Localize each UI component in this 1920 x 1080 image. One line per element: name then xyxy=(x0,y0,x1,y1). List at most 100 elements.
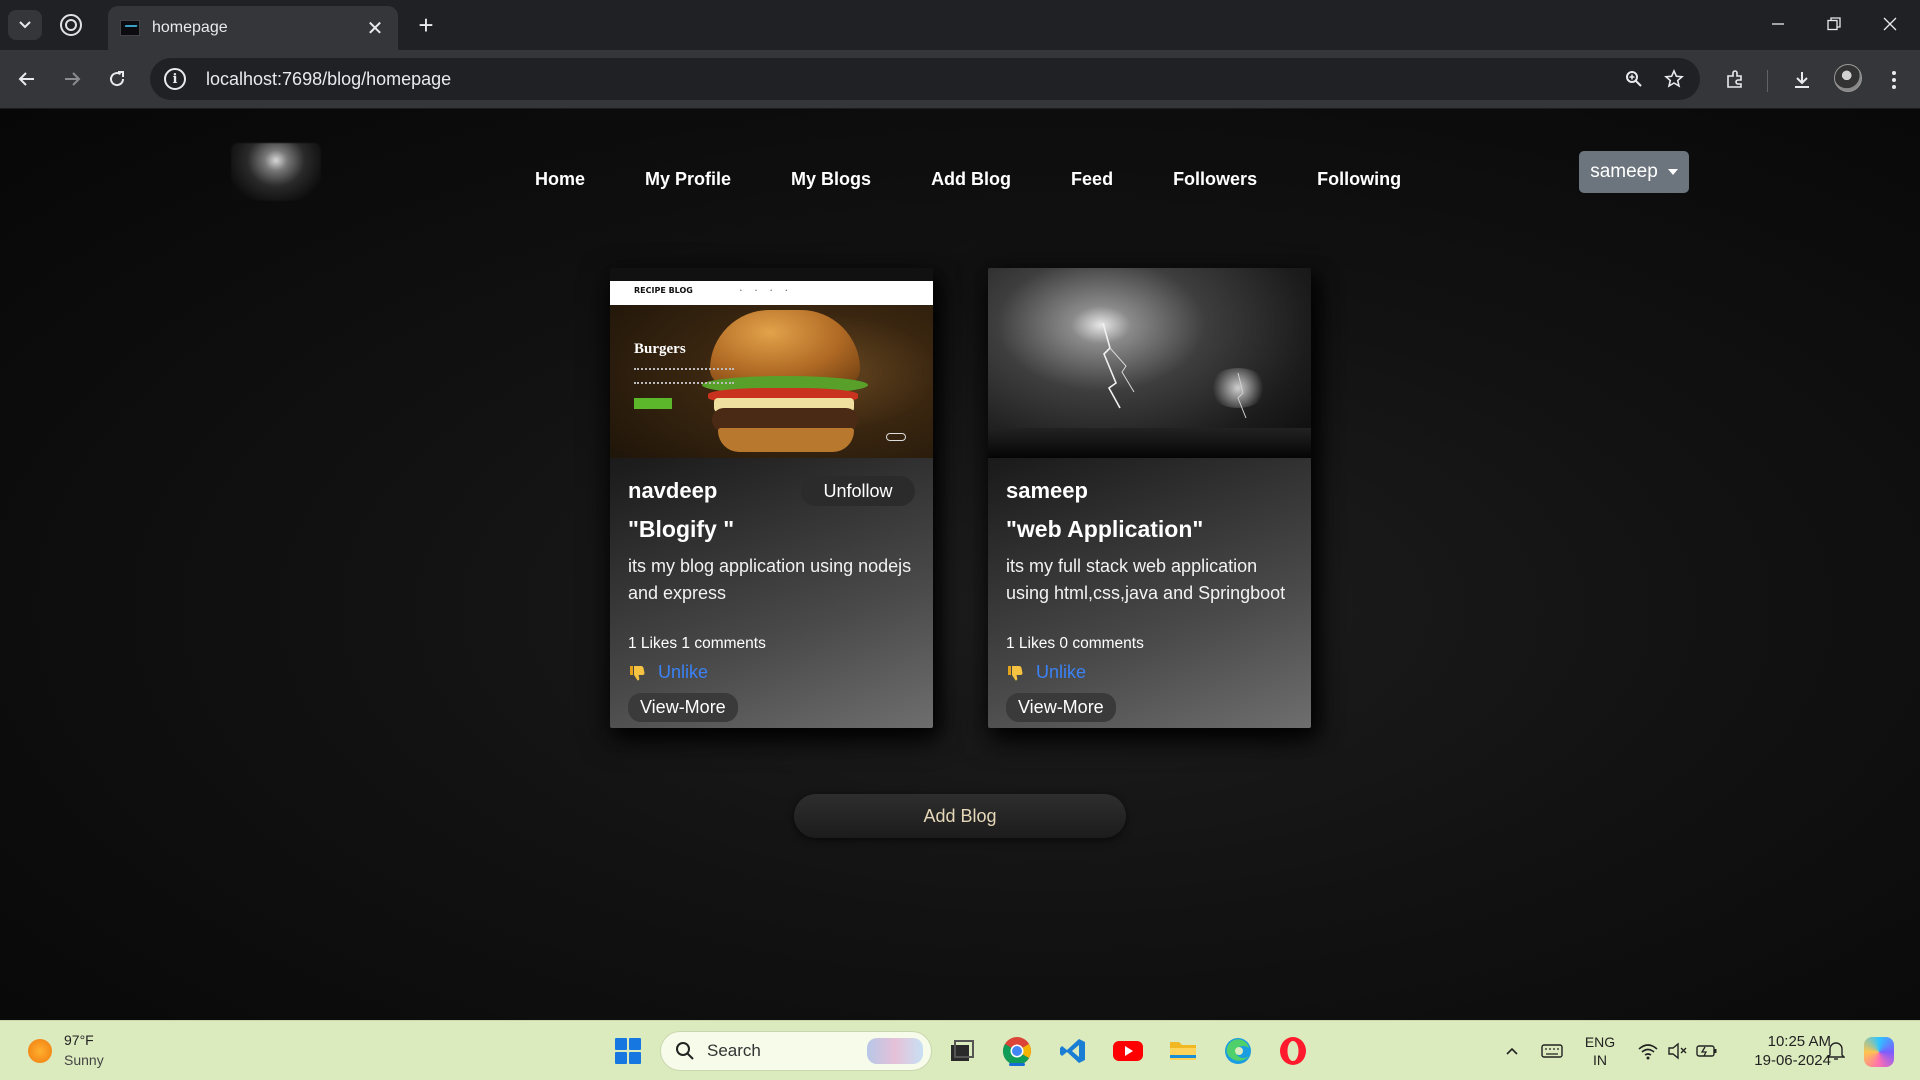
browser-tab-bar: homepage ✕ + xyxy=(0,0,1920,50)
pinned-tab-openai-icon[interactable] xyxy=(60,14,82,36)
unlike-link[interactable]: Unlike xyxy=(658,662,708,683)
task-view-icon xyxy=(951,1040,974,1061)
tab-title: homepage xyxy=(152,19,228,36)
taskbar-clock[interactable]: 10:25 AM 19-06-2024 xyxy=(1735,1032,1831,1070)
keyboard-icon[interactable] xyxy=(1534,1033,1570,1069)
blog-title: "web Application" xyxy=(1006,516,1204,542)
vscode-taskbar-button[interactable] xyxy=(1055,1033,1091,1069)
blog-stats: 1 Likes 0 comments xyxy=(1006,635,1144,652)
reload-button[interactable] xyxy=(100,62,134,96)
nav-following[interactable]: Following xyxy=(1287,159,1431,199)
windows-logo-icon xyxy=(615,1038,641,1064)
blog-card-image xyxy=(988,268,1311,458)
opera-taskbar-button[interactable] xyxy=(1275,1033,1311,1069)
edge-taskbar-button[interactable] xyxy=(1220,1033,1256,1069)
download-icon[interactable] xyxy=(1784,62,1820,98)
caret-down-icon xyxy=(1667,169,1678,175)
recipe-blog-logo-text: RECIPE BLOG xyxy=(634,286,693,295)
extensions-icon[interactable] xyxy=(1717,62,1753,98)
zoom-icon[interactable] xyxy=(1614,59,1654,99)
blog-description: its my full stack web application using … xyxy=(1006,556,1286,603)
blog-author[interactable]: sameep xyxy=(1006,478,1293,504)
tab-close-icon[interactable]: ✕ xyxy=(364,16,386,41)
url-text[interactable]: localhost:7698/blog/homepage xyxy=(206,69,1614,90)
chrome-taskbar-button[interactable] xyxy=(999,1033,1035,1069)
unfollow-button[interactable]: Unfollow xyxy=(801,476,915,506)
nav-add-blog[interactable]: Add Blog xyxy=(901,159,1041,199)
new-tab-button[interactable]: + xyxy=(410,10,442,42)
clock-time: 10:25 AM xyxy=(1767,1033,1831,1050)
burger-heading-text: Burgers xyxy=(634,341,686,357)
clock-date: 19-06-2024 xyxy=(1754,1052,1831,1069)
nav-feed[interactable]: Feed xyxy=(1041,159,1143,199)
close-icon xyxy=(1883,17,1897,31)
back-button[interactable] xyxy=(10,62,44,96)
lightning-storm-image xyxy=(988,268,1311,458)
thumbs-down-icon xyxy=(1008,665,1023,680)
blog-description: its my blog application using nodejs and… xyxy=(628,556,912,603)
start-button[interactable] xyxy=(610,1033,646,1069)
windows-taskbar: 97°F Sunny Search ENG IN 10:25 AM 19-06-… xyxy=(0,1020,1920,1080)
youtube-taskbar-button[interactable] xyxy=(1110,1033,1146,1069)
search-icon xyxy=(676,1042,694,1060)
toolbar-separator xyxy=(1767,70,1768,92)
view-more-button[interactable]: View-More xyxy=(1006,693,1116,722)
thumbs-down-icon xyxy=(630,665,645,680)
tab-homepage[interactable]: homepage ✕ xyxy=(108,6,398,50)
battery-icon[interactable] xyxy=(1689,1033,1725,1069)
task-view-button[interactable] xyxy=(944,1033,980,1069)
nav-followers[interactable]: Followers xyxy=(1143,159,1287,199)
opera-icon xyxy=(1280,1037,1306,1065)
language-indicator[interactable]: ENG IN xyxy=(1580,1033,1620,1069)
chevron-down-icon xyxy=(19,21,31,29)
search-highlight-image xyxy=(867,1038,923,1064)
language-region: IN xyxy=(1593,1052,1607,1068)
page-content: Home My Profile My Blogs Add Blog Feed F… xyxy=(0,109,1920,1020)
arrow-right-icon xyxy=(65,72,81,86)
folder-icon xyxy=(1170,1042,1196,1060)
browser-menu-icon[interactable] xyxy=(1876,62,1912,98)
site-favicon-icon xyxy=(120,20,140,36)
blog-title: "Blogify " xyxy=(628,516,735,542)
main-navbar: Home My Profile My Blogs Add Blog Feed F… xyxy=(505,159,1431,199)
window-close-button[interactable] xyxy=(1862,0,1918,48)
site-info-icon[interactable]: i xyxy=(164,68,186,90)
restore-button[interactable] xyxy=(1806,0,1862,48)
file-explorer-taskbar-button[interactable] xyxy=(1165,1033,1201,1069)
forward-button[interactable] xyxy=(55,62,89,96)
like-row: Unlike xyxy=(1006,662,1293,683)
site-logo[interactable] xyxy=(231,143,321,201)
nav-my-blogs[interactable]: My Blogs xyxy=(761,159,901,199)
burger-screenshot-image: RECIPE BLOG • • • • Burgers xyxy=(610,268,933,458)
edge-icon xyxy=(1225,1038,1251,1064)
search-placeholder: Search xyxy=(707,1041,761,1060)
restore-icon xyxy=(1827,17,1841,31)
user-dropdown-button[interactable]: sameep xyxy=(1579,151,1689,193)
nav-my-profile[interactable]: My Profile xyxy=(615,159,761,199)
tab-search-button[interactable] xyxy=(8,10,42,40)
sun-icon xyxy=(28,1039,52,1063)
unlike-link[interactable]: Unlike xyxy=(1036,662,1086,683)
address-bar[interactable]: i localhost:7698/blog/homepage xyxy=(150,58,1700,100)
nav-home[interactable]: Home xyxy=(505,159,615,199)
bookmark-star-icon[interactable] xyxy=(1654,59,1694,99)
browser-toolbar: i localhost:7698/blog/homepage xyxy=(0,50,1920,109)
youtube-icon xyxy=(1113,1041,1143,1061)
add-blog-button[interactable]: Add Blog xyxy=(794,794,1126,838)
vscode-icon xyxy=(1060,1039,1085,1063)
show-hidden-icons-button[interactable] xyxy=(1494,1033,1530,1069)
browser-profile-avatar[interactable] xyxy=(1834,64,1862,92)
like-row: Unlike xyxy=(628,662,915,683)
weather-condition: Sunny xyxy=(64,1052,104,1068)
taskbar-search[interactable]: Search xyxy=(660,1031,932,1071)
minimize-icon xyxy=(1772,23,1784,25)
view-more-button[interactable]: View-More xyxy=(628,693,738,722)
user-dropdown-label: sameep xyxy=(1590,161,1658,182)
reload-icon xyxy=(110,71,125,87)
chevron-up-icon xyxy=(1506,1047,1518,1055)
minimize-button[interactable] xyxy=(1750,0,1806,48)
blog-stats: 1 Likes 1 comments xyxy=(628,635,766,652)
blog-card: sameep "web Application" its my full sta… xyxy=(988,268,1311,728)
copilot-icon[interactable] xyxy=(1864,1037,1894,1067)
notification-bell-icon[interactable] xyxy=(1818,1033,1854,1069)
